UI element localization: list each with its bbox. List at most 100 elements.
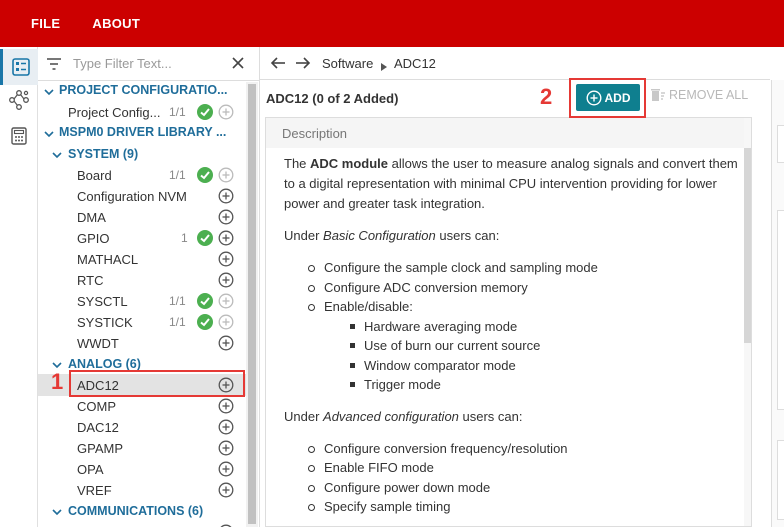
- tree-item-count: 1: [181, 231, 188, 245]
- main-panel: Software ADC12 ADC12 (0 of 2 Added) ADD …: [260, 47, 770, 527]
- description-scrollbar[interactable]: [744, 118, 751, 526]
- add-disabled-icon: [218, 293, 234, 309]
- tree-item-sysctl[interactable]: SYSCTL 1/1: [38, 291, 248, 312]
- chevron-down-icon: [52, 509, 62, 516]
- adv-post: users can:: [458, 408, 523, 424]
- activity-bar: [0, 47, 38, 527]
- check-icon: [197, 104, 213, 120]
- tree-item-project-config[interactable]: Project Config... 1/1: [38, 102, 248, 123]
- tree-item-mathacl[interactable]: MATHACL: [38, 249, 248, 270]
- highlight-box-add: [569, 78, 646, 118]
- add-icon[interactable]: [218, 209, 234, 225]
- basic-pre: Under: [284, 228, 324, 243]
- tree-item-gpamp[interactable]: GPAMP: [38, 438, 248, 459]
- basic-post: users can:: [435, 228, 500, 243]
- filter-bar: Type Filter Text...: [38, 47, 259, 81]
- step-number-2: 2: [540, 84, 553, 109]
- adv-em: Advanced configuration: [323, 408, 459, 424]
- filter-icon: [46, 57, 62, 74]
- add-icon[interactable]: [218, 335, 234, 351]
- scrollbar-thumb[interactable]: [248, 84, 256, 524]
- check-icon: [197, 167, 213, 183]
- add-icon[interactable]: [218, 461, 234, 477]
- remove-all-label: REMOVE ALL: [669, 88, 749, 102]
- back-arrow-icon[interactable]: [270, 56, 286, 73]
- intro-bold: ADC module: [310, 156, 389, 171]
- tree-item-label: DMA: [77, 210, 106, 225]
- chevron-down-icon: [44, 131, 54, 138]
- tree-item-wwdt[interactable]: WWDT: [38, 333, 248, 354]
- menu-bar: FILE ABOUT: [0, 0, 784, 47]
- basic-config-list: Configure the sample clock and sampling …: [284, 258, 742, 395]
- breadcrumb-current: ADC12: [394, 56, 436, 71]
- tree-item-comp[interactable]: COMP: [38, 396, 248, 417]
- network-graph-icon[interactable]: [7, 88, 31, 112]
- step-number-1: 1: [51, 369, 64, 394]
- tree-item-board[interactable]: Board 1/1: [38, 165, 248, 186]
- remove-all-button[interactable]: REMOVE ALL: [650, 87, 748, 103]
- add-icon[interactable]: [218, 188, 234, 204]
- add-icon[interactable]: [218, 482, 234, 498]
- tree-item-label: Board: [77, 168, 112, 183]
- basic-config-heading: Under Basic Configuration users can:: [284, 226, 742, 246]
- list-item: Enable/disable:: [284, 297, 742, 317]
- tree-header-label: PROJECT CONFIGURATIO...: [59, 83, 228, 97]
- file-menu[interactable]: FILE: [31, 16, 60, 31]
- forward-arrow-icon[interactable]: [295, 56, 311, 73]
- panel-section: [777, 125, 784, 163]
- sub-list-item: Hardware averaging mode: [284, 317, 742, 337]
- tree-item-gpio[interactable]: GPIO 1: [38, 228, 248, 249]
- scrollbar-thumb[interactable]: [744, 148, 751, 343]
- panel-section: [777, 440, 784, 520]
- tree-item-opa[interactable]: OPA: [38, 459, 248, 480]
- tree-header-project-config[interactable]: PROJECT CONFIGURATIO...: [38, 81, 248, 102]
- tree-item-vref[interactable]: VREF: [38, 480, 248, 501]
- sub-list-item: Use of burn our current source: [284, 336, 742, 356]
- add-icon[interactable]: [218, 272, 234, 288]
- list-item: Configure power down mode: [284, 478, 742, 498]
- panel-section: [777, 210, 784, 410]
- check-icon: [197, 293, 213, 309]
- about-menu[interactable]: ABOUT: [92, 16, 140, 31]
- intro-pre: The: [284, 156, 311, 171]
- calculator-icon[interactable]: [7, 124, 31, 148]
- description-panel: Description The ADC module allows the us…: [265, 117, 752, 527]
- tree-item-label: OPA: [77, 462, 104, 477]
- tree-header-label: SYSTEM (9): [68, 147, 139, 161]
- tree-item-systick[interactable]: SYSTICK 1/1: [38, 312, 248, 333]
- tree-item-dac12[interactable]: DAC12: [38, 417, 248, 438]
- close-icon[interactable]: [231, 56, 245, 73]
- tree-item-label: SYSTICK: [77, 315, 133, 330]
- filter-input[interactable]: Type Filter Text...: [73, 56, 172, 71]
- add-icon[interactable]: [218, 251, 234, 267]
- tree-item-count: 1/1: [169, 294, 186, 308]
- tree-item-count: 1/1: [169, 105, 186, 119]
- check-icon: [197, 230, 213, 246]
- software-view-icon[interactable]: [0, 49, 38, 85]
- add-icon[interactable]: [218, 440, 234, 456]
- add-icon[interactable]: [218, 419, 234, 435]
- tree-item-partial[interactable]: [38, 522, 248, 527]
- tree-header-communications[interactable]: COMMUNICATIONS (6): [38, 501, 248, 522]
- tree-item-label: GPIO: [77, 231, 110, 246]
- tree-item-label: Project Config...: [68, 105, 161, 120]
- description-intro: The ADC module allows the user to measur…: [284, 154, 742, 214]
- tree-item-label: SYSCTL: [77, 294, 128, 309]
- breadcrumb: Software ADC12: [260, 47, 770, 80]
- chevron-down-icon: [44, 89, 54, 96]
- tree-item-dma[interactable]: DMA: [38, 207, 248, 228]
- tree-item-label: GPAMP: [77, 441, 123, 456]
- tree-item-rtc[interactable]: RTC: [38, 270, 248, 291]
- tree-scrollbar[interactable]: [246, 82, 258, 527]
- tree-header-system[interactable]: SYSTEM (9): [38, 144, 248, 165]
- breadcrumb-software[interactable]: Software: [322, 56, 373, 71]
- add-icon[interactable]: [218, 398, 234, 414]
- tree-header-driver-library[interactable]: MSPM0 DRIVER LIBRARY ...: [38, 123, 248, 144]
- tree-item-configuration-nvm[interactable]: Configuration NVM: [38, 186, 248, 207]
- list-item: Configure ADC conversion memory: [284, 278, 742, 298]
- add-icon[interactable]: [218, 230, 234, 246]
- module-tree-panel: Type Filter Text... PROJECT CONFIGURATIO…: [38, 47, 260, 527]
- check-icon: [197, 314, 213, 330]
- description-body: The ADC module allows the user to measur…: [284, 154, 742, 526]
- tree-item-label: VREF: [77, 483, 112, 498]
